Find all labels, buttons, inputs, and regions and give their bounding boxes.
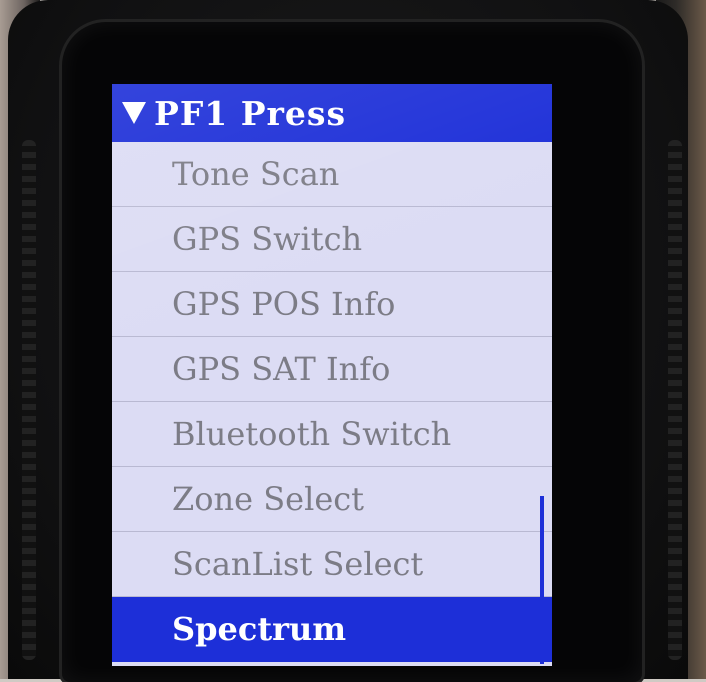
menu-item-tone-scan[interactable]: Tone Scan — [112, 142, 552, 207]
lcd-screen: PF1 Press Tone Scan GPS Switch GPS POS I… — [112, 84, 552, 666]
menu-item-gps-sat-info[interactable]: GPS SAT Info — [112, 337, 552, 402]
menu-item-gps-switch[interactable]: GPS Switch — [112, 207, 552, 272]
triangle-down-icon — [122, 102, 146, 124]
menu-item-gps-pos-info[interactable]: GPS POS Info — [112, 272, 552, 337]
menu-item-scanlist-select[interactable]: ScanList Select — [112, 532, 552, 597]
radio-grip-right — [668, 140, 682, 660]
menu-item-zone-select[interactable]: Zone Select — [112, 467, 552, 532]
menu-item-spectrum[interactable]: Spectrum — [112, 597, 552, 662]
menu-title: PF1 Press — [154, 93, 347, 133]
scrollbar[interactable] — [540, 496, 544, 664]
radio-grip-left — [22, 140, 36, 660]
menu-item-bluetooth-switch[interactable]: Bluetooth Switch — [112, 402, 552, 467]
menu-list: Tone Scan GPS Switch GPS POS Info GPS SA… — [112, 142, 552, 662]
menu-header: PF1 Press — [112, 84, 552, 142]
